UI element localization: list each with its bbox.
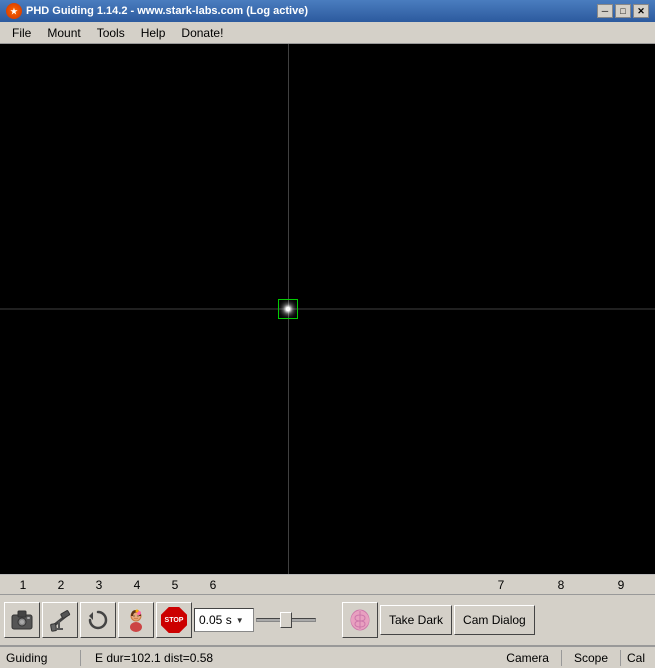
status-camera: Camera <box>496 651 559 665</box>
camera-icon <box>9 607 35 633</box>
exposure-dropdown[interactable]: 0.05 s ▼ <box>194 608 254 632</box>
brain-icon <box>347 607 373 633</box>
slider-container[interactable] <box>256 618 336 622</box>
toolbar-num-8: 8 <box>531 578 591 592</box>
loop-icon <box>85 607 111 633</box>
menu-mount[interactable]: Mount <box>39 24 88 42</box>
cam-dialog-button[interactable]: Cam Dialog <box>454 605 535 635</box>
slider-track[interactable] <box>256 618 316 622</box>
exposure-value: 0.05 s <box>199 613 232 627</box>
toolbar-num-4: 4 <box>118 578 156 592</box>
take-dark-button[interactable]: Take Dark <box>380 605 452 635</box>
star-selection-box[interactable] <box>278 299 298 319</box>
toolbar-numbers: 1 2 3 4 5 6 7 8 9 <box>0 574 655 594</box>
telescope-button[interactable] <box>42 602 78 638</box>
chevron-down-icon: ▼ <box>236 616 244 625</box>
stop-button[interactable]: STOP <box>156 602 192 638</box>
slider-thumb[interactable] <box>280 612 292 628</box>
status-info: E dur=102.1 dist=0.58 <box>85 651 296 665</box>
menu-help[interactable]: Help <box>133 24 174 42</box>
maximize-button[interactable]: □ <box>615 4 631 18</box>
close-button[interactable]: ✕ <box>633 4 649 18</box>
crosshair-horizontal <box>0 309 655 310</box>
title-bar-left: ★ PHD Guiding 1.14.2 - www.stark-labs.co… <box>6 3 308 19</box>
portrait-button[interactable] <box>118 602 154 638</box>
menu-file[interactable]: File <box>4 24 39 42</box>
app-icon: ★ <box>6 3 22 19</box>
menu-donate[interactable]: Donate! <box>173 24 231 42</box>
toolbar-num-2: 2 <box>42 578 80 592</box>
toolbar-num-6: 6 <box>194 578 232 592</box>
stop-icon-label: STOP <box>165 617 184 624</box>
toolbar-num-1: 1 <box>4 578 42 592</box>
status-bar: Guiding E dur=102.1 dist=0.58 Camera Sco… <box>0 646 655 668</box>
toolbar-num-3: 3 <box>80 578 118 592</box>
toolbar-num-7: 7 <box>471 578 531 592</box>
status-guiding: Guiding <box>6 651 76 665</box>
menu-tools[interactable]: Tools <box>89 24 133 42</box>
status-scope: Scope <box>564 651 618 665</box>
status-cal: Cal <box>623 651 649 665</box>
portrait-icon <box>123 607 149 633</box>
star-point <box>286 307 290 311</box>
telescope-icon <box>47 607 73 633</box>
menu-bar: File Mount Tools Help Donate! <box>0 22 655 44</box>
minimize-button[interactable]: ─ <box>597 4 613 18</box>
title-text: PHD Guiding 1.14.2 - www.stark-labs.com … <box>26 5 308 17</box>
title-controls[interactable]: ─ □ ✕ <box>597 4 649 18</box>
loop-button[interactable] <box>80 602 116 638</box>
guide-button[interactable] <box>342 602 378 638</box>
capture-button[interactable] <box>4 602 40 638</box>
toolbar: STOP 0.05 s ▼ Take Dark Cam Dialog <box>0 594 655 646</box>
main-view <box>0 44 655 574</box>
toolbar-num-9: 9 <box>591 578 651 592</box>
toolbar-num-5: 5 <box>156 578 194 592</box>
title-bar: ★ PHD Guiding 1.14.2 - www.stark-labs.co… <box>0 0 655 22</box>
